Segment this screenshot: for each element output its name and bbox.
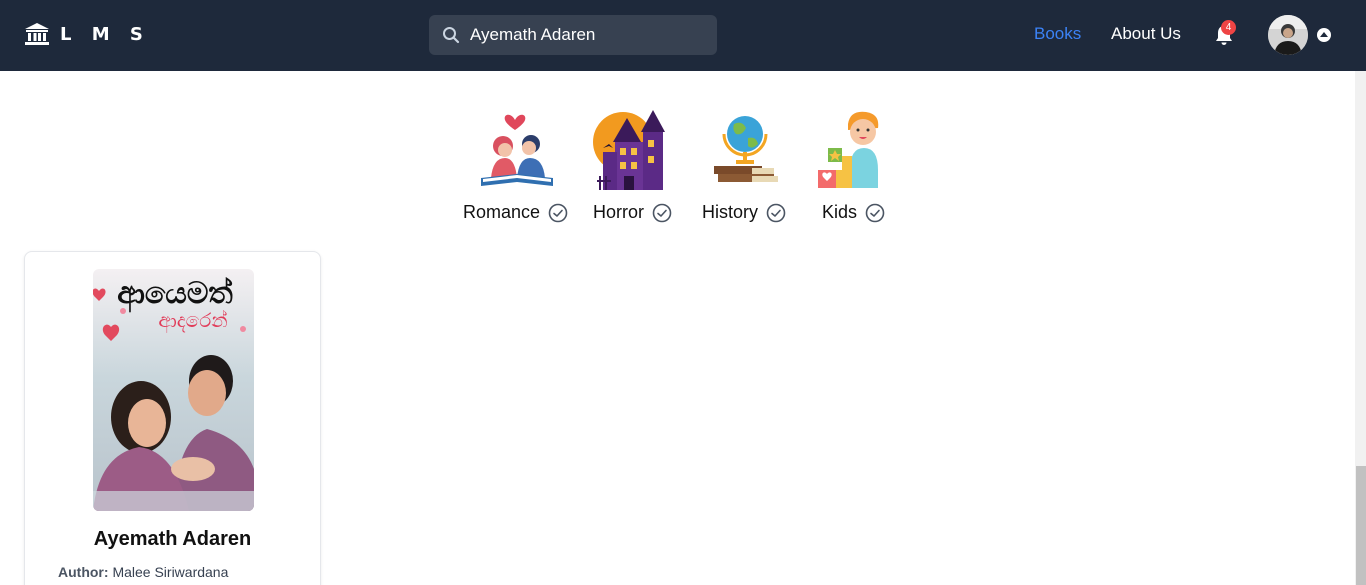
author-label: Author: xyxy=(58,564,109,580)
user-avatar[interactable] xyxy=(1268,15,1308,55)
chevron-down-icon[interactable] xyxy=(1317,28,1331,42)
search-input[interactable] xyxy=(470,25,710,45)
search-icon xyxy=(443,27,460,44)
avatar-image xyxy=(1268,15,1308,55)
check-circle-icon[interactable] xyxy=(766,203,786,223)
category-label: History xyxy=(702,202,759,222)
book-cover[interactable]: ආයෙමත් ආදරෙන් xyxy=(93,269,254,511)
category-label: Romance xyxy=(463,202,541,222)
search-bar[interactable] xyxy=(429,15,717,55)
romance-icon xyxy=(481,114,553,186)
brand-logo[interactable]: L M S xyxy=(24,22,150,46)
check-circle-icon[interactable] xyxy=(652,203,672,223)
brand-name: L M S xyxy=(60,23,150,45)
notification-badge: 4 xyxy=(1221,20,1236,35)
author-name: Malee Siriwardana xyxy=(112,564,229,580)
cover-title-line2: ආදරෙන් xyxy=(158,308,227,333)
library-icon xyxy=(25,23,49,45)
globe-books-icon xyxy=(714,116,778,182)
book-author: Author: Malee Siriwardana xyxy=(58,564,228,580)
book-title[interactable]: Ayemath Adaren xyxy=(25,528,320,551)
haunted-house-icon xyxy=(593,110,665,190)
nav-link-books[interactable]: Books xyxy=(1034,24,1081,44)
scrollbar-thumb[interactable] xyxy=(1356,466,1366,585)
book-cover-image: ආයෙමත් ආදරෙන් xyxy=(93,269,254,511)
category-label: Kids xyxy=(822,202,858,222)
book-card[interactable]: ආයෙමත් ආදරෙන් Ayemath Adaren Author: Mal… xyxy=(24,251,321,585)
check-circle-icon[interactable] xyxy=(548,203,568,223)
kid-blocks-icon xyxy=(818,111,879,188)
nav-link-about-us[interactable]: About Us xyxy=(1111,24,1181,44)
check-circle-icon[interactable] xyxy=(865,203,885,223)
category-label: Horror xyxy=(593,202,645,222)
